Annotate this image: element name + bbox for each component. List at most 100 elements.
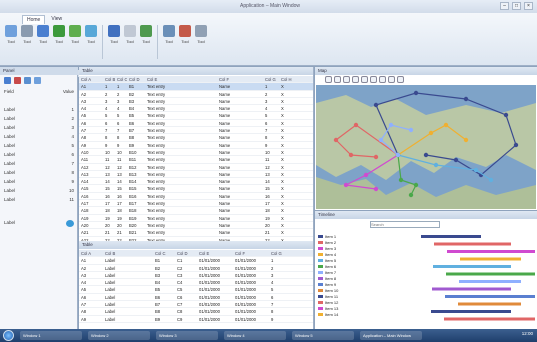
add-icon[interactable] bbox=[4, 77, 11, 84]
route-point[interactable] bbox=[428, 130, 434, 136]
route-point[interactable] bbox=[348, 152, 354, 158]
table-row[interactable]: A4 4 4 B4 Text entry Name 4 X bbox=[79, 105, 313, 113]
lasso-icon[interactable] bbox=[379, 76, 386, 83]
ribbon-button[interactable]: Tool bbox=[36, 25, 50, 55]
start-button[interactable] bbox=[3, 330, 14, 341]
filter-value[interactable]: Value bbox=[63, 89, 74, 96]
ribbon-button[interactable]: Tool bbox=[68, 25, 82, 55]
table-row[interactable]: A9 9 9 B9 Text entry Name 9 X bbox=[79, 142, 313, 149]
timeline-bar[interactable] bbox=[460, 257, 521, 261]
table-row[interactable]: A21 21 21 B21 Text entry Name 21 X bbox=[79, 229, 313, 237]
timeline-bar[interactable] bbox=[421, 235, 481, 238]
column-header[interactable]: Col G bbox=[263, 76, 279, 82]
taskbar-item[interactable]: Window 2 bbox=[88, 331, 150, 340]
ribbon-button[interactable]: Tool bbox=[52, 25, 66, 55]
route-point[interactable] bbox=[488, 177, 494, 183]
route-point[interactable] bbox=[463, 137, 469, 143]
route-point[interactable] bbox=[413, 90, 419, 96]
column-header[interactable]: Col E bbox=[197, 250, 233, 256]
table-row[interactable]: A7 7 7 B7 Text entry Name 7 X bbox=[79, 127, 313, 135]
timeline-bar[interactable] bbox=[447, 250, 535, 253]
ribbon-button[interactable]: Tool bbox=[123, 25, 137, 55]
column-header[interactable]: Col C bbox=[115, 76, 127, 82]
route-point[interactable] bbox=[343, 182, 349, 188]
table-row[interactable]: A5 5 5 B5 Text entry Name 5 X bbox=[79, 112, 313, 120]
route-point[interactable] bbox=[373, 186, 379, 192]
table-row[interactable]: A18 18 18 B18 Text entry Name 18 X bbox=[79, 207, 313, 215]
route-point[interactable] bbox=[398, 177, 404, 183]
timeline-bar[interactable] bbox=[444, 317, 535, 321]
table-row[interactable]: A7 Label B7 C7 01/01/2000 01/01/2000 7 bbox=[79, 301, 313, 309]
column-header[interactable]: Col D bbox=[127, 76, 145, 82]
tab-2[interactable]: View bbox=[47, 15, 66, 24]
table-row[interactable]: A14 14 14 B14 Text entry Name 14 X bbox=[79, 178, 313, 186]
map-canvas[interactable] bbox=[316, 85, 536, 209]
ribbon-button[interactable]: Tool bbox=[178, 25, 192, 55]
timeline-bar[interactable] bbox=[446, 272, 535, 276]
route-point[interactable] bbox=[333, 137, 339, 143]
column-header[interactable]: Col A bbox=[79, 76, 103, 82]
route-point[interactable] bbox=[453, 157, 459, 163]
layers-icon[interactable] bbox=[370, 76, 377, 83]
pan-icon[interactable] bbox=[343, 76, 350, 83]
status-icon[interactable] bbox=[66, 220, 74, 227]
table-row[interactable]: A2 2 2 B2 Text entry Name 2 X bbox=[79, 91, 313, 98]
timeline-bar[interactable] bbox=[434, 242, 511, 246]
route-point[interactable] bbox=[408, 127, 414, 133]
route-point[interactable] bbox=[443, 122, 449, 128]
table-row[interactable]: A3 Label B3 C3 01/01/2000 01/01/2000 3 bbox=[79, 272, 313, 280]
table-row[interactable]: A19 19 19 B19 Text entry Name 19 X bbox=[79, 215, 313, 222]
settings-icon[interactable] bbox=[34, 77, 41, 84]
route-point[interactable] bbox=[433, 162, 439, 168]
table-row[interactable]: A10 10 10 B10 Text entry Name 10 X bbox=[79, 149, 313, 157]
close-button[interactable]: × bbox=[524, 2, 533, 10]
column-header[interactable]: Col G bbox=[269, 250, 289, 256]
route-point[interactable] bbox=[353, 122, 359, 128]
measure-icon[interactable] bbox=[361, 76, 368, 83]
taskbar-item[interactable]: Window 5 bbox=[292, 331, 354, 340]
table-row[interactable]: A6 6 6 B6 Text entry Name 6 X bbox=[79, 120, 313, 128]
table-row[interactable]: A1 1 1 B1 Text entry Name 1 X bbox=[79, 83, 313, 91]
ribbon-button[interactable]: Tool bbox=[20, 25, 34, 55]
route-point[interactable] bbox=[423, 152, 429, 158]
route-point[interactable] bbox=[413, 182, 419, 188]
minimize-button[interactable]: – bbox=[500, 2, 509, 10]
column-header[interactable]: Col E bbox=[145, 76, 217, 82]
table-row[interactable]: A1 Label B1 C1 01/01/2000 01/01/2000 1 bbox=[79, 257, 313, 265]
help-icon[interactable] bbox=[397, 76, 404, 83]
route-point[interactable] bbox=[378, 137, 384, 143]
route-point[interactable] bbox=[503, 112, 509, 118]
table-row[interactable]: A3 3 3 B3 Text entry Name 3 X bbox=[79, 98, 313, 106]
timeline-bar[interactable] bbox=[433, 265, 511, 268]
select-icon[interactable] bbox=[352, 76, 359, 83]
grid-icon[interactable] bbox=[24, 77, 31, 84]
table-row[interactable]: A13 13 13 B13 Text entry Name 13 X bbox=[79, 171, 313, 179]
column-header[interactable]: Col F bbox=[233, 250, 269, 256]
taskbar-item[interactable]: Window 4 bbox=[224, 331, 286, 340]
column-header[interactable]: Col F bbox=[217, 76, 263, 82]
table-row[interactable]: A8 8 8 B8 Text entry Name 8 X bbox=[79, 134, 313, 142]
timeline-chart[interactable] bbox=[361, 231, 535, 327]
column-header[interactable]: Col D bbox=[175, 250, 197, 256]
route-point[interactable] bbox=[373, 154, 379, 160]
table-row[interactable]: A8 Label B8 C8 01/01/2000 01/01/2000 8 bbox=[79, 308, 313, 316]
route-point[interactable] bbox=[463, 96, 469, 102]
column-header[interactable]: Col H bbox=[279, 76, 299, 82]
ribbon-button[interactable]: Tool bbox=[84, 25, 98, 55]
table-row[interactable]: A11 11 11 B11 Text entry Name 11 X bbox=[79, 156, 313, 164]
timeline-bar[interactable] bbox=[459, 280, 521, 283]
table-row[interactable]: A6 Label B6 C6 01/01/2000 01/01/2000 6 bbox=[79, 294, 313, 302]
column-header[interactable]: Col B bbox=[103, 250, 153, 256]
info-icon[interactable] bbox=[388, 76, 395, 83]
route-point[interactable] bbox=[395, 152, 401, 158]
maximize-button[interactable]: □ bbox=[512, 2, 521, 10]
taskbar-item[interactable]: Application – Main Window bbox=[360, 331, 422, 340]
table-row[interactable]: A20 20 20 B20 Text entry Name 20 X bbox=[79, 222, 313, 230]
table-row[interactable]: A12 12 12 B12 Text entry Name 12 X bbox=[79, 164, 313, 171]
table-row[interactable]: A4 Label B4 C4 01/01/2000 01/01/2000 4 bbox=[79, 279, 313, 287]
taskbar-item[interactable]: Window 1 bbox=[20, 331, 82, 340]
legend-item[interactable]: Item 14 bbox=[318, 311, 358, 317]
table-row[interactable]: A16 16 16 B16 Text entry Name 16 X bbox=[79, 193, 313, 201]
table-row[interactable]: A5 Label B5 C5 01/01/2000 01/01/2000 5 bbox=[79, 286, 313, 294]
route-point[interactable] bbox=[513, 142, 519, 148]
